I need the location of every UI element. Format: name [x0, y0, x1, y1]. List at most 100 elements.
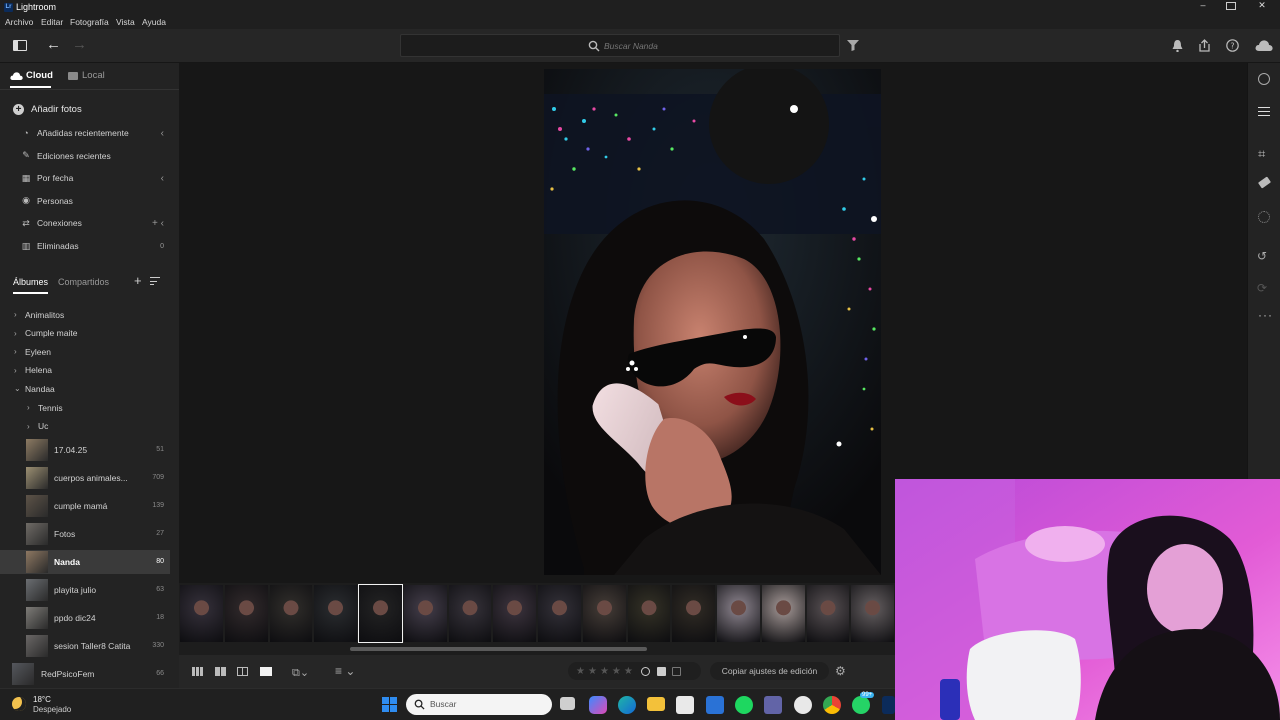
history-icon[interactable]: ↺ — [1257, 249, 1267, 263]
tab-albums[interactable]: Álbumes — [13, 277, 48, 287]
filmstrip-thumbnail[interactable] — [806, 585, 850, 642]
eraser-icon[interactable] — [1257, 176, 1272, 189]
filmstrip-thumbnail[interactable] — [403, 585, 447, 642]
minimize-icon[interactable]: – — [1197, 0, 1209, 10]
rating-star-2[interactable]: ★ — [588, 666, 597, 677]
weather-temp[interactable]: 18°C — [33, 695, 51, 704]
filmstrip-thumbnail[interactable] — [493, 585, 536, 642]
chevron-right-icon[interactable]: › — [14, 329, 17, 338]
rating-star-3[interactable]: ★ — [600, 666, 609, 677]
album-item[interactable]: Nanda 80 — [0, 550, 170, 574]
filmstrip-thumbnail[interactable] — [269, 585, 313, 642]
filmstrip-thumbnail[interactable] — [582, 585, 626, 642]
album-folder[interactable]: › Cumple maite — [0, 327, 179, 340]
search-box[interactable] — [400, 34, 840, 57]
chevron-down-icon[interactable]: ⌄ — [14, 384, 21, 393]
flag-reject-icon[interactable] — [671, 666, 681, 676]
cloud-sync-icon[interactable] — [1255, 40, 1273, 51]
masking-icon[interactable] — [1258, 211, 1270, 223]
filmstrip-thumbnail[interactable] — [761, 585, 805, 642]
library-item[interactable]: ▥ Eliminadas 0 — [0, 239, 179, 253]
filmstrip-scrollbar[interactable] — [350, 647, 647, 651]
back-arrow-icon[interactable]: ← — [46, 36, 61, 53]
filter-icon[interactable] — [847, 40, 859, 51]
panel-toggle-icon[interactable] — [13, 40, 27, 51]
library-item[interactable]: ⇄ Conexiones + ‹ — [0, 216, 179, 230]
grid-square-icon[interactable] — [215, 667, 226, 676]
filmstrip-thumbnail[interactable] — [717, 585, 760, 642]
filmstrip-thumbnail[interactable] — [224, 585, 268, 642]
flag-pick-icon[interactable] — [656, 666, 666, 676]
library-item[interactable]: ◔ Añadidas recientemente ‹ — [0, 126, 179, 140]
filmstrip-thumbnail[interactable] — [358, 584, 403, 643]
search-input[interactable] — [604, 39, 804, 53]
chevron-right-icon[interactable]: › — [14, 347, 17, 356]
library-item-trail[interactable]: ‹ — [161, 128, 164, 139]
sort-icon[interactable] — [150, 277, 160, 286]
menu-ayuda[interactable]: Ayuda — [142, 17, 166, 27]
lightroom-taskbar-icon[interactable] — [882, 696, 895, 714]
main-photo[interactable] — [544, 69, 881, 575]
add-album-icon[interactable]: + — [134, 273, 142, 288]
filmstrip-thumbnail[interactable] — [851, 585, 894, 642]
detail-view-icon[interactable] — [260, 667, 272, 676]
library-item-trail[interactable]: 0 — [160, 243, 164, 250]
bell-icon[interactable] — [1172, 40, 1183, 52]
tab-cloud[interactable]: Cloud — [10, 70, 53, 81]
unflag-icon[interactable] — [640, 666, 650, 676]
rating-star-4[interactable]: ★ — [612, 666, 621, 677]
mail-icon[interactable] — [706, 696, 724, 714]
more-options-icon[interactable]: ··· — [1258, 308, 1273, 322]
menu-fotografia[interactable]: Fotografía — [70, 17, 109, 27]
rating-star-1[interactable]: ★ — [576, 666, 585, 677]
task-view-icon[interactable] — [560, 697, 575, 710]
store-icon[interactable] — [676, 696, 694, 714]
menu-vista[interactable]: Vista — [116, 17, 135, 27]
grid-small-icon[interactable] — [192, 667, 203, 676]
library-item-trail[interactable]: + ‹ — [152, 218, 164, 229]
copilot-icon[interactable] — [589, 696, 607, 714]
filmstrip-thumbnail[interactable] — [627, 585, 671, 642]
spotify-icon[interactable] — [735, 696, 753, 714]
chrome-icon[interactable] — [823, 696, 841, 714]
album-item[interactable]: cuerpos animales... 709 — [0, 466, 170, 490]
album-item[interactable]: playita julio 63 — [0, 578, 170, 602]
filmstrip-thumbnail[interactable] — [180, 585, 223, 642]
album-item[interactable]: cumple mamá 139 — [0, 494, 170, 518]
album-folder[interactable]: ⌄ Nandaa — [0, 382, 179, 395]
chevron-right-icon[interactable]: › — [14, 366, 17, 375]
edit-sliders-icon[interactable] — [1258, 106, 1270, 117]
menu-archivo[interactable]: Archivo — [5, 17, 33, 27]
taskbar-search-box[interactable]: Buscar — [406, 694, 552, 715]
album-item[interactable]: Fotos 27 — [0, 522, 170, 546]
chevron-right-icon[interactable]: › — [14, 310, 17, 319]
weather-desc[interactable]: Despejado — [33, 705, 71, 714]
filmstrip-thumbnail[interactable] — [448, 585, 492, 642]
menu-editar[interactable]: Editar — [41, 17, 63, 27]
windows-start-icon[interactable] — [382, 697, 397, 712]
github-icon[interactable] — [794, 696, 812, 714]
sort-order-icon[interactable]: ≡ ⌄ — [335, 664, 355, 678]
library-item[interactable]: ◉ Personas — [0, 194, 179, 208]
help-icon[interactable]: ? — [1226, 39, 1239, 52]
tab-local[interactable]: Local — [68, 70, 105, 81]
teams-icon[interactable] — [764, 696, 782, 714]
album-folder[interactable]: › Tennis — [0, 401, 179, 414]
filmstrip-thumbnail[interactable] — [314, 585, 357, 642]
library-item-trail[interactable]: ‹ — [161, 173, 164, 184]
forward-arrow-icon[interactable]: → — [72, 36, 87, 53]
chevron-right-icon[interactable]: › — [27, 422, 30, 431]
tab-shared[interactable]: Compartidos — [58, 277, 109, 287]
album-item[interactable]: sesion Taller8 Catita 330 — [0, 634, 170, 658]
slideshow-icon[interactable]: ⧉⌄ — [292, 666, 309, 680]
versions-icon[interactable]: ⟳ — [1257, 281, 1267, 295]
album-folder[interactable]: › Animalitos — [0, 308, 179, 321]
album-folder[interactable]: › Helena — [0, 364, 179, 377]
compare-view-icon[interactable] — [237, 667, 248, 676]
maximize-icon[interactable] — [1226, 2, 1236, 10]
weather-moon-icon[interactable] — [12, 697, 26, 711]
copy-settings-gear-icon[interactable]: ⚙ — [835, 664, 846, 678]
chevron-right-icon[interactable]: › — [27, 403, 30, 412]
album-item[interactable]: ppdo dic24 18 — [0, 606, 170, 630]
presets-icon[interactable] — [1258, 73, 1270, 85]
